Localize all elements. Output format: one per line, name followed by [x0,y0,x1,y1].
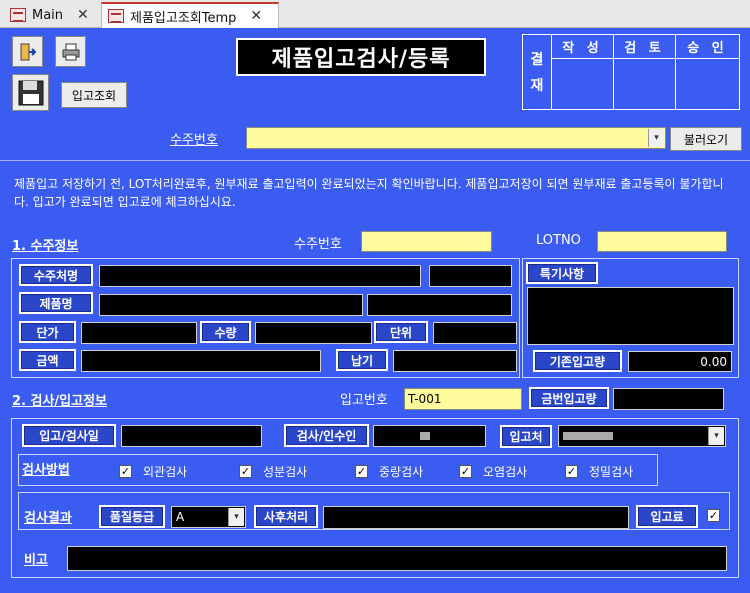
customer-code-field[interactable] [429,265,512,287]
product-field[interactable] [99,294,363,316]
unit-field[interactable] [433,322,517,344]
after-process-field[interactable] [323,506,629,529]
method-label-precision: 정밀검사 [589,465,634,479]
exit-door-icon [20,43,36,60]
special-notes-field[interactable] [527,287,734,345]
tab-main[interactable]: Main ✕ [4,2,100,28]
unit-label: 단위 [374,321,428,343]
approval-column-approve: 승 인 [676,35,739,109]
done-label: 입고료 [636,505,698,528]
method-label-appearance: 외관검사 [143,465,188,479]
delivery-field[interactable] [393,350,517,372]
amount-label: 금액 [19,349,76,371]
chevron-down-icon[interactable]: ▾ [708,427,724,445]
method-label-contamination: 오염검사 [483,465,528,479]
method-checkbox-precision[interactable]: ✓ [565,465,578,478]
redacted-block [563,432,613,440]
done-checkbox[interactable]: ✓ [707,509,720,522]
chevron-down-icon[interactable]: ▾ [228,508,244,526]
approval-grid: 결 재 작 성 검 토 승 인 [522,34,740,110]
grade-combo[interactable]: A ▾ [171,506,246,528]
price-label: 단가 [19,321,76,343]
customer-field[interactable] [99,265,421,287]
product-label: 제품명 [19,292,93,314]
after-process-label: 사후처리 [254,505,318,528]
qty-label: 수량 [200,321,251,343]
approval-label: 결 재 [523,35,552,109]
floppy-disk-icon [18,80,43,105]
approval-header-review: 검 토 [614,35,675,59]
inspector-label: 검사/인수인 [284,424,369,447]
method-label-composition: 성분검사 [263,465,308,479]
grade-label: 품질등급 [99,505,165,528]
section1-title: 1. 수주정보 [12,239,79,254]
grade-value: A [176,510,185,524]
approval-header-approve: 승 인 [676,35,739,59]
receipt-no-label: 입고번호 [340,393,388,408]
method-label-weight: 중량검사 [379,465,424,479]
product-spec-field[interactable] [367,294,512,316]
remark-field[interactable] [67,546,727,571]
notice-text: 제품입고 저장하기 전, LOT처리완료후, 원부재료 출고입력이 완료되었는지… [14,177,724,209]
section1-order-no-field[interactable] [361,231,492,252]
result-label: 검사결과 [24,511,72,526]
inspector-field[interactable] [373,425,486,447]
method-label: 검사방법 [22,463,70,478]
form-title: 제품입고검사/등록 [236,38,486,76]
tab-main-label: Main [32,7,64,23]
form-icon [10,8,26,22]
approval-column-author: 작 성 [552,35,614,109]
special-notes-label: 특기사항 [526,262,598,284]
document-tab-bar: Main ✕ 제품입고조회Temp ✕ [0,0,750,28]
order-search-label: 수주번호 [170,133,218,148]
tab-product-receipt-temp[interactable]: 제품입고조회Temp ✕ [101,2,279,28]
customer-label: 수주처명 [19,264,93,286]
order-search-combo[interactable]: ▾ [246,127,666,149]
date-label: 입고/검사일 [22,424,116,447]
approval-label-top: 결 [530,52,544,68]
tab-active-label: 제품입고조회Temp [130,10,237,26]
method-checkbox-composition[interactable]: ✓ [239,465,252,478]
warehouse-label: 입고처 [500,425,552,448]
section2-title: 2. 검사/입고정보 [12,394,108,409]
lotno-label: LOTNO [536,233,581,248]
existing-qty-field[interactable]: 0.00 [628,351,732,372]
this-qty-label: 금번입고량 [529,387,609,409]
method-checkbox-contamination[interactable]: ✓ [459,465,472,478]
delivery-label: 납기 [336,349,388,371]
amount-field[interactable] [81,350,321,372]
existing-qty-label: 기존입고량 [533,350,622,372]
warehouse-combo[interactable]: ▾ [558,425,726,447]
printer-icon [62,43,79,60]
close-icon[interactable]: ✕ [250,8,262,24]
method-checkbox-appearance[interactable]: ✓ [119,465,132,478]
save-button[interactable] [12,74,49,111]
receipt-lookup-button[interactable]: 입고조회 [61,82,127,108]
qty-field[interactable] [255,322,372,344]
this-qty-field[interactable] [613,388,724,410]
chevron-down-icon[interactable]: ▾ [648,129,664,147]
redacted-block [420,432,430,440]
inspection-method-box [18,454,658,486]
approval-label-bottom: 재 [530,78,544,94]
approval-header-author: 작 성 [552,35,613,59]
method-checkbox-weight[interactable]: ✓ [355,465,368,478]
lotno-field[interactable] [597,231,727,252]
print-button[interactable] [55,36,86,67]
divider [0,160,750,161]
exit-button[interactable] [12,36,43,67]
receipt-no-field[interactable]: T-001 [404,388,522,410]
remark-label: 비고 [24,553,48,568]
load-button[interactable]: 불러오기 [670,127,742,151]
close-icon[interactable]: ✕ [77,7,89,23]
date-field[interactable] [121,425,262,447]
price-field[interactable] [81,322,197,344]
approval-column-review: 검 토 [614,35,676,109]
receipt-inspection-form: 입고조회 제품입고검사/등록 결 재 작 성 검 토 승 인 수주번호 ▾ 불러… [0,28,750,593]
section1-order-no-label: 수주번호 [294,237,342,252]
form-icon [108,9,124,23]
